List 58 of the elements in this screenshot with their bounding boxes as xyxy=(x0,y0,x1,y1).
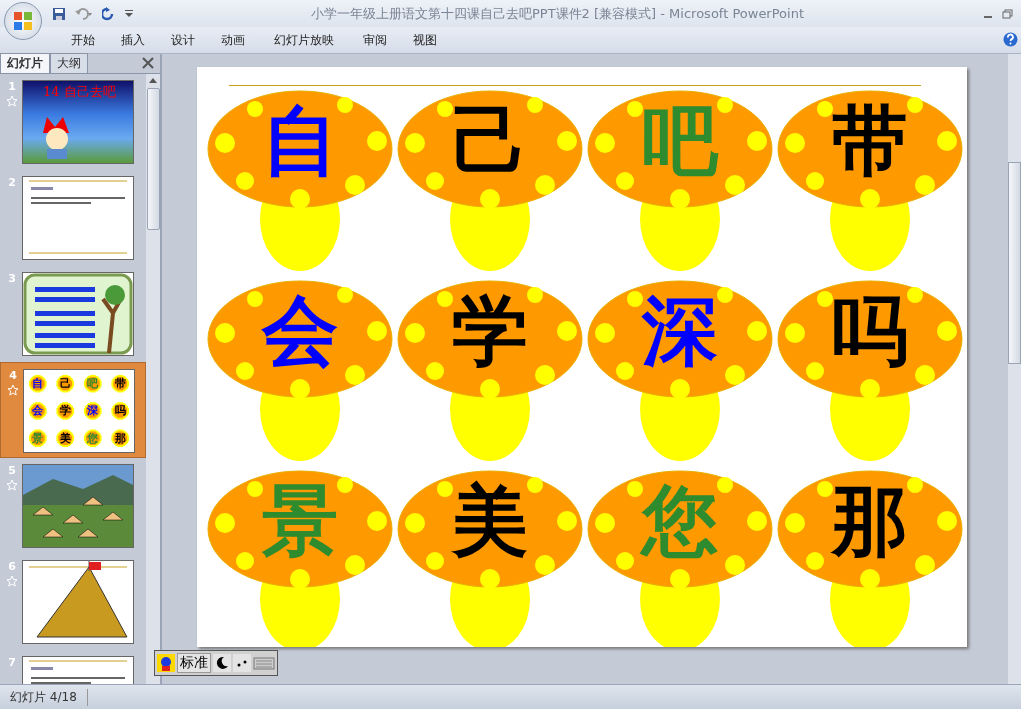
ribbon-tab[interactable]: 幻灯片放映 xyxy=(258,31,350,49)
slide-character: 自 xyxy=(262,103,338,179)
slide-counter: 幻灯片 4/18 xyxy=(0,688,88,706)
ribbon-tab[interactable]: 动画 xyxy=(208,31,258,49)
slide-character: 学 xyxy=(452,293,528,369)
thumbnail-character: 吗 xyxy=(113,403,127,420)
slide-number: 4 xyxy=(9,369,17,382)
moon-icon[interactable] xyxy=(213,654,231,672)
slide-character: 深 xyxy=(642,293,718,369)
restore-icon[interactable] xyxy=(1001,7,1015,20)
scroll-up-icon[interactable] xyxy=(147,76,159,84)
thumbnail-character: 带 xyxy=(113,376,127,393)
slide-number: 1 xyxy=(8,80,16,93)
ribbon-tab[interactable]: 开始 xyxy=(58,31,108,49)
office-logo-icon xyxy=(12,10,34,32)
ribbon-tab[interactable]: 设计 xyxy=(158,31,208,49)
office-button[interactable] xyxy=(4,2,42,40)
thumbnail-character: 吧 xyxy=(86,376,100,393)
slide-number: 5 xyxy=(8,464,16,477)
slide-character: 那 xyxy=(832,483,908,559)
slide-character: 吧 xyxy=(642,103,718,179)
thumbnail-character: 深 xyxy=(86,403,100,420)
slide-character: 景 xyxy=(262,483,338,559)
scrollbar-thumb[interactable] xyxy=(146,88,160,230)
thumbnail-character: 景 xyxy=(31,430,45,447)
redo-icon[interactable] xyxy=(102,6,116,21)
slide-character: 会 xyxy=(262,293,338,369)
close-icon[interactable] xyxy=(142,57,154,69)
thumbnail-character: 自 xyxy=(31,376,45,393)
slide-character: 己 xyxy=(452,103,528,179)
ribbon-tab[interactable]: 视图 xyxy=(400,31,450,49)
thumbnail-character: 您 xyxy=(86,430,100,447)
thumbnail-character: 学 xyxy=(58,403,72,420)
customize-caret-icon[interactable] xyxy=(124,7,134,20)
slide-character: 吗 xyxy=(832,293,908,369)
save-icon[interactable] xyxy=(52,6,66,21)
input-mode-button[interactable]: 标准 xyxy=(177,653,211,673)
ime-logo-icon[interactable] xyxy=(157,654,175,672)
thumbnail-character: 会 xyxy=(31,403,45,420)
pane-tab[interactable]: 大纲 xyxy=(50,53,88,73)
ribbon-tab[interactable]: 插入 xyxy=(108,31,158,49)
slide-number: 6 xyxy=(8,560,16,573)
thumbnail-character: 美 xyxy=(58,430,72,447)
thumbnail-character: 己 xyxy=(58,376,72,393)
thumbnail-character: 那 xyxy=(113,430,127,447)
window-title: 小学一年级上册语文第十四课自己去吧PPT课件2 [兼容模式] - Microsoft PowerPoint xyxy=(310,4,805,23)
thumbnail-title: 14 自己去吧 xyxy=(43,83,116,101)
help-icon[interactable] xyxy=(1003,32,1018,47)
slide-character: 带 xyxy=(832,103,908,179)
slide-number: 7 xyxy=(8,656,16,669)
slide-number: 2 xyxy=(8,176,16,189)
pane-tab[interactable]: 幻灯片 xyxy=(0,53,50,73)
ribbon-tab[interactable]: 审阅 xyxy=(350,31,400,49)
punctuation-icon[interactable] xyxy=(233,654,251,672)
slide-thumbnail-row[interactable]: 4 自 己 吧 带 会 学 深 吗 景 美 您 那 xyxy=(0,362,146,458)
scrollbar-thumb[interactable] xyxy=(1008,162,1021,364)
slide-character: 您 xyxy=(642,483,718,559)
slide-number: 3 xyxy=(8,272,16,285)
